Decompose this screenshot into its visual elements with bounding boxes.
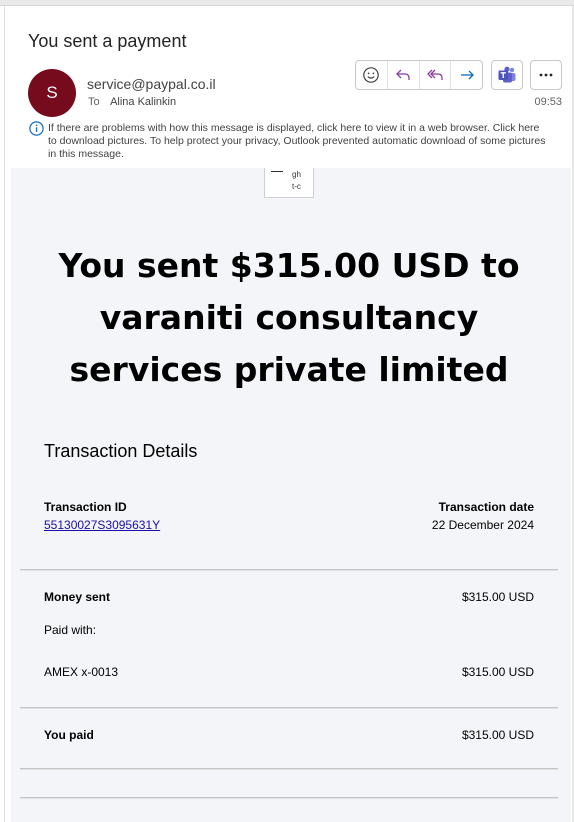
forward-button[interactable] <box>451 61 482 89</box>
message-subject: You sent a payment <box>28 31 187 51</box>
more-actions-button[interactable] <box>530 60 562 90</box>
info-icon <box>29 121 44 136</box>
pane-left-border <box>4 6 5 822</box>
transaction-date-label: Transaction date <box>438 500 534 514</box>
reply-all-icon <box>426 69 443 80</box>
card-amount: $315.00 USD <box>461 665 534 679</box>
divider <box>20 797 558 799</box>
recipient-line: To Alina Kalinkin <box>88 96 176 108</box>
reply-button[interactable] <box>388 61 420 89</box>
transaction-details-heading: Transaction Details <box>44 441 198 461</box>
avatar-initial: S <box>46 83 58 102</box>
payment-headline: You sent $315.00 USD to varaniti consult… <box>58 246 520 389</box>
reply-icon <box>396 69 410 80</box>
money-sent-label: Money sent <box>44 590 111 604</box>
received-time: 09:53 <box>534 96 562 108</box>
teams-share-button[interactable] <box>491 60 523 90</box>
more-icon <box>539 73 553 77</box>
broken-image-alt-text: gh t-c <box>292 170 301 191</box>
money-sent-amount: $315.00 USD <box>461 590 534 604</box>
sender-address[interactable]: service@paypal.co.il <box>87 76 216 92</box>
you-paid-amount: $315.00 USD <box>461 728 534 742</box>
reply-all-button[interactable] <box>420 61 452 89</box>
transaction-date-value: 22 December 2024 <box>431 518 534 532</box>
emoji-icon <box>363 67 380 83</box>
broken-image-icon <box>271 166 283 172</box>
sender-avatar[interactable]: S <box>28 69 76 117</box>
transaction-id-link[interactable]: 55130027S3095631Y <box>44 518 160 532</box>
teams-icon <box>498 66 516 83</box>
recipient-name[interactable]: Alina Kalinkin <box>110 96 176 108</box>
divider <box>20 768 558 770</box>
forward-icon <box>460 70 474 80</box>
window-top-strip <box>0 0 574 6</box>
broken-image-placeholder: gh t-c <box>264 168 314 198</box>
divider <box>20 707 558 709</box>
transaction-id-label: Transaction ID <box>44 500 127 514</box>
emoji-reaction-button[interactable] <box>356 61 388 89</box>
to-label: To <box>88 96 100 108</box>
divider <box>20 569 558 571</box>
download-pictures-notice[interactable]: If there are problems with how this mess… <box>48 122 548 161</box>
you-paid-label: You paid <box>44 728 94 742</box>
message-actions-toolbar <box>355 60 483 90</box>
paid-with-label: Paid with: <box>44 623 97 637</box>
card-label: AMEX x-0013 <box>44 665 119 679</box>
